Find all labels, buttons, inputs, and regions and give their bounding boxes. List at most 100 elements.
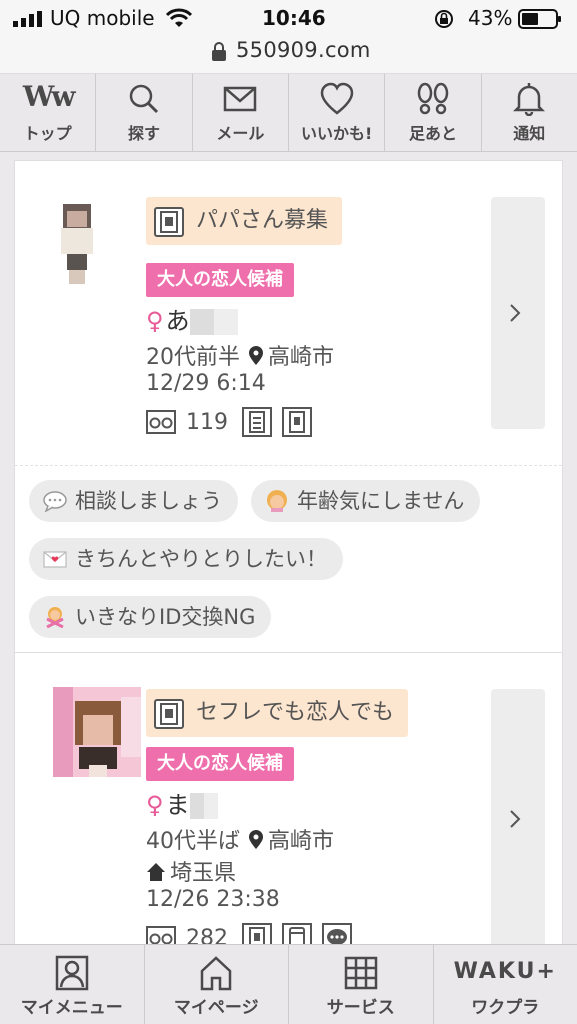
bell-icon xyxy=(513,83,546,116)
nav-notifications[interactable]: 通知 xyxy=(482,74,577,151)
location-pin-icon xyxy=(249,346,263,365)
top-navigation: Ww トップ 探す メール いいかも! 足あと 通知 xyxy=(0,74,577,152)
user-name-initial: ま xyxy=(165,791,190,819)
building-icon xyxy=(242,923,272,944)
user-age-location: 40代半ば 高崎市 xyxy=(146,823,334,855)
user-name: ♀あ xyxy=(146,301,238,336)
blurred-name xyxy=(189,309,238,335)
heart-icon xyxy=(320,82,353,115)
nav-my-page-label: マイページ xyxy=(173,998,259,1018)
nav-like-label: いいかも! xyxy=(300,124,373,143)
post-datetime: 12/26 23:38 xyxy=(146,887,280,912)
nav-my-menu[interactable]: マイメニュー xyxy=(0,945,145,1024)
category-text: パパさん募集 xyxy=(196,208,329,233)
chip-text: 相談しましょう xyxy=(75,489,222,513)
nav-wakupla-label: ワクプラ xyxy=(471,998,540,1018)
site-logo: Ww xyxy=(22,80,76,113)
chat-icon xyxy=(322,923,352,944)
document-icon xyxy=(242,407,272,437)
chip-text: きちんとやりとりしたい！ xyxy=(75,547,327,571)
home-icon xyxy=(201,956,232,991)
user-age: 20代前半 xyxy=(146,345,240,370)
chip: 相談しましょう xyxy=(29,480,238,522)
post-card[interactable]: パパさん募集 大人の恋人候補 ♀あ 20代前半 高崎市 12/29 6:14 11… xyxy=(14,160,563,654)
nav-like[interactable]: いいかも! xyxy=(289,74,386,151)
post-meta: 282 xyxy=(146,923,362,944)
clock: 10:46 xyxy=(262,6,326,30)
love-letter-emoji xyxy=(43,551,67,568)
woman-emoji xyxy=(267,490,287,512)
user-avatar[interactable] xyxy=(53,199,141,289)
building-icon xyxy=(282,407,312,437)
views-count: 282 xyxy=(186,925,228,945)
home-icon xyxy=(147,863,165,881)
footprint-icon xyxy=(417,82,449,115)
post-category: セフレでも恋人でも xyxy=(146,689,409,737)
post-card[interactable]: セフレでも恋人でも 大人の恋人候補 ♀ま 40代半ば 高崎市 埼玉県 12/26 … xyxy=(14,652,563,944)
nav-services[interactable]: サービス xyxy=(289,945,434,1024)
chip: きちんとやりとりしたい！ xyxy=(29,538,343,580)
nav-top[interactable]: Ww トップ xyxy=(0,74,97,151)
phone-icon xyxy=(282,923,312,944)
nav-services-label: サービス xyxy=(326,998,395,1018)
user-city: 高崎市 xyxy=(268,345,335,370)
chevron-right-icon xyxy=(510,810,521,828)
nav-search[interactable]: 探す xyxy=(96,74,193,151)
post-datetime: 12/29 6:14 xyxy=(146,371,266,396)
user-age: 40代半ば xyxy=(146,829,240,854)
profile-chips: 相談しましょう 年齢気にしません きちんとやりとりしたい！ いきなりID交換NG xyxy=(15,465,562,653)
category-text: セフレでも恋人でも xyxy=(196,700,395,725)
user-name-initial: あ xyxy=(165,307,190,335)
battery-icon xyxy=(518,9,561,29)
female-icon: ♀ xyxy=(146,307,164,335)
nav-footprints-label: 足あと xyxy=(408,124,457,143)
blurred-name xyxy=(189,793,218,819)
chevron-right-icon xyxy=(510,304,521,322)
user-avatar[interactable] xyxy=(53,687,141,777)
wifi-icon xyxy=(166,8,192,27)
carrier-name: UQ mobile xyxy=(50,6,155,30)
hometown-text: 埼玉県 xyxy=(170,861,237,886)
post-category: パパさん募集 xyxy=(146,197,343,245)
user-age-location: 20代前半 高崎市 xyxy=(146,339,334,371)
location-pin-icon xyxy=(249,830,263,849)
post-meta: 119 xyxy=(146,407,322,437)
user-name: ♀ま xyxy=(146,785,218,820)
views-count: 119 xyxy=(186,409,228,435)
nav-my-menu-label: マイメニュー xyxy=(20,998,123,1018)
nav-mail-label: メール xyxy=(216,124,265,143)
cellular-signal-icon xyxy=(13,11,42,27)
profile-icon xyxy=(55,955,88,991)
address-bar[interactable]: 550909.com xyxy=(0,36,577,74)
padlock-icon xyxy=(212,42,226,61)
rotation-lock-icon xyxy=(435,10,453,28)
bottom-navigation: マイメニュー マイページ サービス WAKU+ ワクプラ xyxy=(0,944,577,1024)
chip-text: 年齢気にしません xyxy=(297,489,465,513)
open-post-button[interactable] xyxy=(491,197,545,429)
grid-icon xyxy=(344,956,377,990)
building-icon xyxy=(154,699,184,729)
speech-bubble-emoji xyxy=(43,491,67,512)
battery-percent: 43% xyxy=(468,6,513,30)
views-icon xyxy=(146,410,176,434)
user-hometown: 埼玉県 xyxy=(146,855,236,887)
open-post-button[interactable] xyxy=(491,689,545,944)
post-list: パパさん募集 大人の恋人候補 ♀あ 20代前半 高崎市 12/29 6:14 11… xyxy=(0,152,577,944)
nav-wakupla[interactable]: WAKU+ ワクプラ xyxy=(434,945,577,1024)
user-city: 高崎市 xyxy=(268,829,335,854)
building-icon xyxy=(154,207,184,237)
views-icon xyxy=(146,926,176,944)
chip-text: いきなりID交換NG xyxy=(75,605,256,629)
relationship-tag: 大人の恋人候補 xyxy=(146,747,294,781)
chip: いきなりID交換NG xyxy=(29,596,272,638)
no-gesture-woman-emoji xyxy=(46,607,64,628)
chip: 年齢気にしません xyxy=(251,480,481,522)
nav-my-page[interactable]: マイページ xyxy=(145,945,289,1024)
nav-footprints[interactable]: 足あと xyxy=(385,74,482,151)
nav-top-label: トップ xyxy=(23,124,72,143)
nav-mail[interactable]: メール xyxy=(193,74,289,151)
status-bar: UQ mobile 10:46 43% xyxy=(0,0,577,36)
female-icon: ♀ xyxy=(146,791,164,819)
page-url: 550909.com xyxy=(236,38,371,62)
nav-notifications-label: 通知 xyxy=(513,124,546,143)
